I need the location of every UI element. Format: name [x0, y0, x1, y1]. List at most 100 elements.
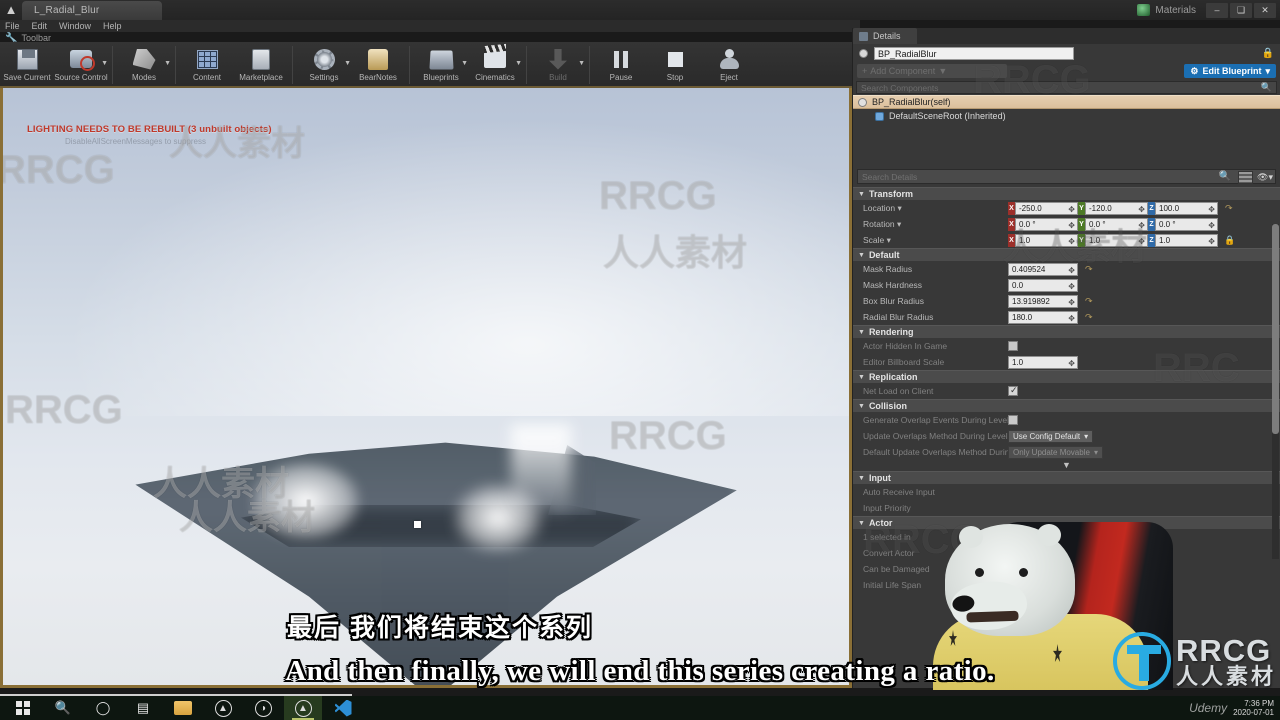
level-viewport[interactable]: LIGHTING NEEDS TO BE REBUILT (3 unbuilt … — [0, 88, 852, 688]
viewport-render[interactable]: LIGHTING NEEDS TO BE REBUILT (3 unbuilt … — [3, 88, 849, 685]
vector-input-location[interactable]: X -250.0 ✥ Y -120.0 ✥ Z 100.0 ✥ — [1008, 201, 1218, 215]
toolbar-eject[interactable]: Eject — [702, 44, 756, 88]
search-icon[interactable]: 🔍 — [1261, 82, 1272, 93]
revert-mask-radius-icon[interactable]: ↷ — [1085, 264, 1093, 275]
search-details-input[interactable]: Search Details 🔍 👁▾ — [857, 169, 1276, 184]
toolbar-build[interactable]: Build ▼ — [531, 44, 585, 88]
section-header-replication[interactable]: ▼ Replication — [853, 370, 1280, 383]
revert-box-blur-icon[interactable]: ↷ — [1085, 296, 1093, 307]
scale-z-input[interactable]: 1.0 ✥ — [1155, 233, 1218, 247]
plus-icon: + — [862, 66, 868, 76]
close-button[interactable]: ✕ — [1254, 2, 1276, 18]
vector-input-rotation[interactable]: X 0.0 ° ✥ Y 0.0 ° ✥ Z 0.0 ° ✥ — [1008, 217, 1218, 231]
menu-item-window[interactable]: Window — [59, 21, 91, 31]
toolbar-stop[interactable]: Stop — [648, 44, 702, 88]
column-view-button[interactable] — [1238, 171, 1253, 184]
drag-handle-icon: ✥ — [1068, 313, 1075, 323]
mask-hardness-input[interactable]: 0.0 ✥ — [1008, 278, 1078, 292]
revert-location-icon[interactable]: ↷ — [1225, 203, 1233, 214]
section-header-default[interactable]: ▼ Default — [853, 248, 1280, 261]
toolbar-marketplace[interactable]: Marketplace — [234, 44, 288, 88]
start-button[interactable] — [4, 696, 42, 720]
toolbar-bear-notes[interactable]: BearNotes — [351, 44, 405, 88]
level-tab[interactable]: L_Radial_Blur — [22, 1, 162, 20]
scale-y-input[interactable]: 1.0 ✥ — [1085, 233, 1148, 247]
taskbar-clock[interactable]: 7:36 PM 2020-07-01 — [1233, 699, 1274, 717]
chevron-down-icon: ▾ — [1265, 65, 1270, 76]
location-y-input[interactable]: -120.0 ✥ — [1085, 201, 1148, 215]
editor-billboard-scale-input[interactable]: 1.0 ✥ — [1008, 355, 1078, 369]
radial-blur-radius-input[interactable]: 180.0 ✥ — [1008, 310, 1078, 324]
section-header-rendering[interactable]: ▼ Rendering — [853, 325, 1280, 338]
component-row-self[interactable]: BP_RadialBlur(self) — [853, 95, 1280, 109]
rotation-z-input[interactable]: 0.0 ° ✥ — [1155, 217, 1218, 231]
tab-details[interactable]: Details — [853, 28, 917, 44]
lock-details-icon[interactable]: 🔒 — [1262, 48, 1274, 59]
title-bar: ▲ L_Radial_Blur Materials – ❑ ✕ — [0, 0, 1280, 20]
update-overlaps-dropdown[interactable]: Use Config Default ▾ — [1008, 429, 1094, 443]
rotation-y-input[interactable]: 0.0 ° ✥ — [1085, 217, 1148, 231]
menu-item-file[interactable]: File — [5, 21, 20, 31]
toolbar-pause[interactable]: Pause — [594, 44, 648, 88]
section-header-transform[interactable]: ▼ Transform — [853, 187, 1280, 200]
cortana-button[interactable]: ◯ — [84, 696, 122, 720]
vscode-button[interactable] — [324, 696, 362, 720]
search-icon[interactable]: 🔍 — [1219, 171, 1231, 182]
materials-tab[interactable]: Materials — [1131, 4, 1206, 16]
minimize-button[interactable]: – — [1206, 2, 1228, 18]
chevron-down-icon[interactable]: ▼ — [344, 60, 351, 67]
scrollbar-thumb[interactable] — [1272, 224, 1279, 434]
maximize-button[interactable]: ❑ — [1230, 2, 1252, 18]
property-row-location: Location ▾ X -250.0 ✥ Y -120.0 ✥ Z 100.0 ✥ … — [853, 200, 1280, 216]
add-component-button[interactable]: + Add Component ▼ — [857, 64, 1007, 78]
subtitle-chinese: 最后 我们将结束这个系列 — [287, 614, 593, 642]
search-button[interactable]: 🔍 — [44, 696, 82, 720]
eye-visibility-icon[interactable]: 👁▾ — [1257, 172, 1273, 183]
actor-hidden-checkbox[interactable] — [1008, 341, 1018, 351]
location-x-input[interactable]: -250.0 ✥ — [1015, 201, 1078, 215]
revert-radial-blur-icon[interactable]: ↷ — [1085, 312, 1093, 323]
box-blur-radius-input[interactable]: 13.919892 ✥ — [1008, 294, 1078, 308]
search-components-input[interactable]: Search Components 🔍 — [856, 81, 1277, 94]
unreal-engine-button[interactable]: ▲ — [204, 696, 242, 720]
rotation-x-input[interactable]: 0.0 ° ✥ — [1015, 217, 1078, 231]
details-scrollbar[interactable] — [1272, 224, 1279, 559]
toolbar-settings[interactable]: Settings ▼ — [297, 44, 351, 88]
task-view-button[interactable]: ▤ — [124, 696, 162, 720]
default-update-overlaps-dropdown[interactable]: Only Update Movable ▾ — [1008, 445, 1103, 459]
toolbar-save-current[interactable]: Save Current — [0, 44, 54, 88]
component-row-scene-root[interactable]: DefaultSceneRoot (Inherited) — [853, 109, 1280, 123]
toolbar-blueprints[interactable]: Blueprints ▼ — [414, 44, 468, 88]
chevron-down-icon[interactable]: ▼ — [461, 60, 468, 67]
substance-button[interactable]: ◑ — [244, 696, 282, 720]
chevron-down-icon[interactable]: ▼ — [101, 60, 108, 67]
net-load-checkbox[interactable] — [1008, 385, 1018, 396]
chevron-down-icon: ▾ — [897, 218, 902, 229]
chevron-down-icon[interactable]: ▼ — [515, 60, 522, 67]
chevron-down-icon[interactable]: ▼ — [164, 60, 171, 67]
scale-lock-icon[interactable]: 🔒 — [1224, 235, 1235, 246]
section-header-input[interactable]: ▼ Input — [853, 471, 1280, 484]
menu-item-help[interactable]: Help — [103, 21, 122, 31]
section-header-actor-label: Actor — [868, 518, 893, 528]
vector-input-scale[interactable]: X 1.0 ✥ Y 1.0 ✥ Z 1.0 ✥ — [1008, 233, 1218, 247]
location-z-input[interactable]: 100.0 ✥ — [1155, 201, 1218, 215]
toolbar-source-control[interactable]: Source Control ▼ — [54, 44, 108, 88]
menu-item-edit[interactable]: Edit — [32, 21, 48, 31]
section-header-collision[interactable]: ▼ Collision — [853, 399, 1280, 412]
bear-notes-icon — [365, 47, 391, 71]
actor-pivot-marker[interactable] — [414, 521, 421, 528]
actor-name-input[interactable]: BP_RadialBlur — [874, 46, 1074, 60]
chevron-down-icon[interactable]: ▼ — [578, 60, 585, 67]
expand-more-icon[interactable]: ▼ — [853, 460, 1280, 471]
unreal-project-button[interactable]: ▲ — [284, 696, 322, 720]
file-explorer-button[interactable] — [164, 696, 202, 720]
generate-overlap-checkbox[interactable] — [1008, 415, 1018, 425]
scale-x-input[interactable]: 1.0 ✥ — [1015, 233, 1078, 247]
edit-blueprint-button[interactable]: ⚙ Edit Blueprint ▾ — [1184, 64, 1276, 78]
toolbar-modes[interactable]: Modes ▼ — [117, 44, 171, 88]
toolbar-cinematics[interactable]: Cinematics ▼ — [468, 44, 522, 88]
mask-radius-input[interactable]: 0.409524 ✥ — [1008, 262, 1078, 276]
toolbar-content[interactable]: Content — [180, 44, 234, 88]
main-toolbar: Save Current Source Control ▼ Modes ▼ Co… — [0, 42, 852, 88]
